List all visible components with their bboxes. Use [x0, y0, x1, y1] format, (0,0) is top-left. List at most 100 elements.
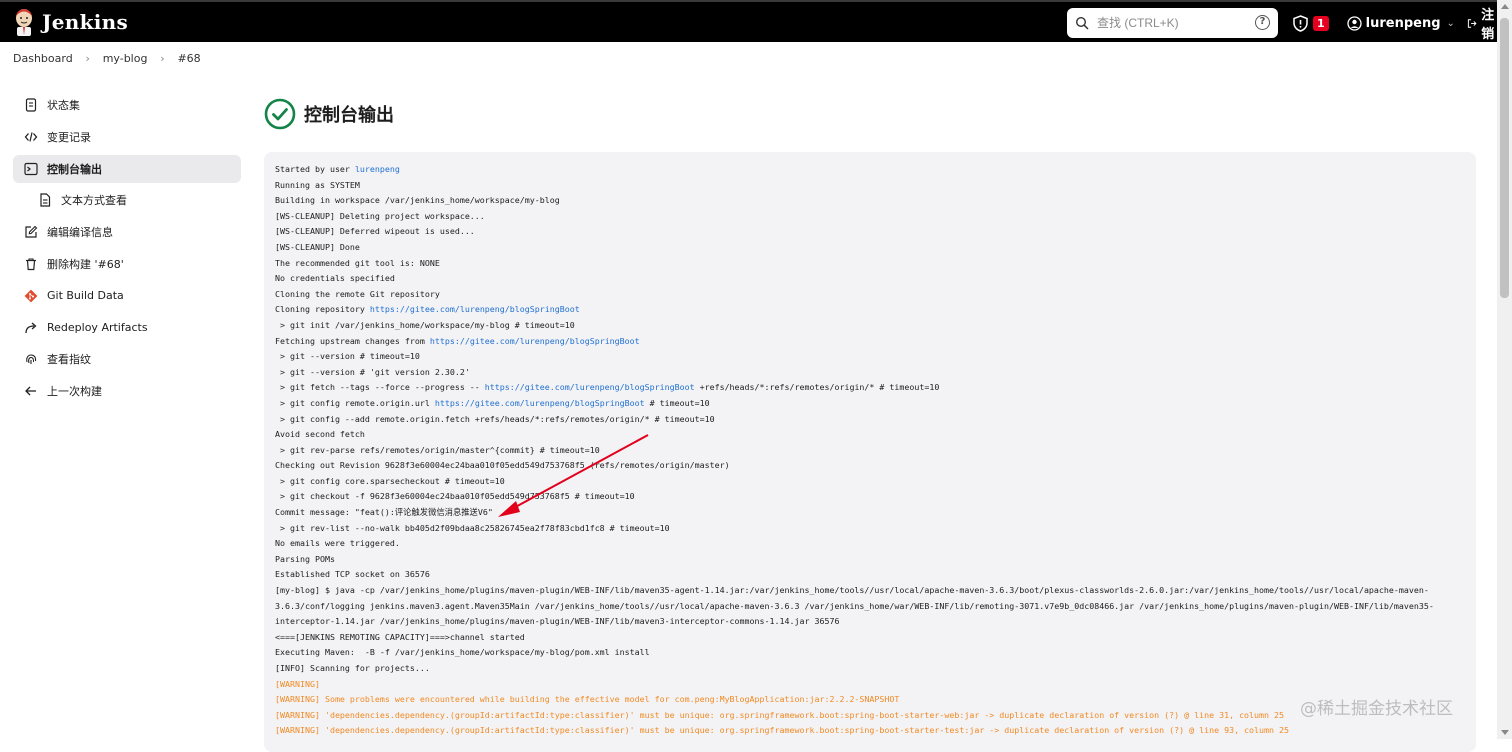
console-line: [WS-CLEANUP] Done: [275, 240, 1465, 256]
sidebar-item-console-output[interactable]: 控制台输出: [13, 154, 241, 183]
chevron-down-icon: ⌄: [1446, 17, 1455, 29]
console-line: interceptor-1.14.jar /var/jenkins_home/p…: [275, 614, 1465, 630]
scroll-up-icon[interactable]: [1501, 4, 1509, 9]
scrollbar-thumb[interactable]: [1500, 18, 1509, 298]
sidebar-item-delete-build[interactable]: 删除构建 '#68': [13, 250, 241, 278]
security-alerts-button[interactable]: 1: [1292, 14, 1329, 32]
sidebar-item-previous-build[interactable]: 上一次构建: [13, 377, 241, 405]
document-icon: [25, 98, 36, 112]
console-text-segment: Fetching upstream changes from: [275, 335, 430, 346]
console-line: Commit message: "feat():评论触发微信消息推送V6": [275, 505, 1465, 521]
console-text-segment: Cloning the remote Git repository: [275, 288, 440, 299]
console-link[interactable]: https://gitee.com/lurenpeng/blogSpringBo…: [485, 382, 695, 392]
trash-icon: [25, 258, 36, 271]
console-link[interactable]: lurenpeng: [355, 164, 400, 174]
console-line: Executing Maven: -B -f /var/jenkins_home…: [275, 645, 1465, 661]
code-icon: [24, 132, 37, 142]
search-input[interactable]: [1097, 16, 1247, 30]
sidebar-item-git-build-data[interactable]: Git Build Data: [13, 282, 241, 310]
console-text-segment: Commit message: "feat():评论触发微信消息推送V6": [275, 507, 493, 518]
console-line: Avoid second fetch: [275, 427, 1465, 443]
console-text-segment: > git config remote.origin.url: [275, 397, 435, 408]
console-line: > git --version # timeout=10: [275, 349, 1465, 365]
console-line: > git checkout -f 9628f3e60004ec24baa010…: [275, 489, 1465, 505]
console-text-segment: Building in workspace /var/jenkins_home/…: [275, 195, 560, 206]
sidebar-item-label: 变更记录: [47, 130, 91, 144]
console-line: Established TCP socket on 36576: [275, 567, 1465, 583]
console-line: [WS-CLEANUP] Deferred wipeout is used...: [275, 224, 1465, 240]
console-text-segment: interceptor-1.14.jar /var/jenkins_home/p…: [275, 616, 840, 627]
console-text-segment: +refs/heads/*:refs/remotes/origin/* # ti…: [694, 382, 940, 393]
console-text-segment: [INFO] Scanning for projects...: [275, 663, 430, 673]
console-line: > git --version # 'git version 2.30.2': [275, 365, 1465, 381]
app-name: Jenkins: [42, 10, 129, 34]
sidebar-item-fingerprints[interactable]: 查看指纹: [13, 345, 241, 373]
fingerprint-icon: [25, 354, 36, 365]
console-text-segment: # timeout=10: [644, 397, 710, 408]
jenkins-logo-icon: [16, 9, 32, 36]
sidebar: 状态集 变更记录 控制台输出 文本方式查看 编辑编译信息 删除构建 '#68' …: [13, 91, 241, 409]
security-count-badge: 1: [1313, 15, 1329, 31]
console-line: No credentials specified: [275, 271, 1465, 287]
console-line: [WS-CLEANUP] Deleting project workspace.…: [275, 209, 1465, 225]
search-box[interactable]: ?: [1067, 8, 1278, 38]
breadcrumb-dashboard[interactable]: Dashboard: [13, 52, 73, 65]
console-line: > git config remote.origin.url https://g…: [275, 396, 1465, 412]
console-line: [INFO] Scanning for projects...: [275, 661, 1465, 677]
console-text-segment: > git init /var/jenkins_home/workspace/m…: [275, 319, 575, 330]
console-line: Checking out Revision 9628f3e60004ec24ba…: [275, 458, 1465, 474]
console-line: [my-blog] $ java -cp /var/jenkins_home/p…: [275, 583, 1465, 599]
console-text-segment: [WARNING] 'dependencies.dependency.(grou…: [275, 725, 1290, 736]
top-header: Jenkins ? 1 lurenpeng ⌄: [0, 0, 1497, 42]
sidebar-item-plain-text[interactable]: 文本方式查看: [13, 186, 241, 214]
console-text: Started by user lurenpeng Running as SYST…: [275, 162, 1465, 739]
sidebar-item-status[interactable]: 状态集: [13, 91, 241, 119]
console-line: Cloning the remote Git repository: [275, 287, 1465, 303]
console-line: No emails were triggered.: [275, 536, 1465, 552]
jenkins-home-link[interactable]: Jenkins: [12, 7, 128, 37]
breadcrumb-job[interactable]: my-blog: [103, 52, 148, 65]
user-menu[interactable]: lurenpeng ⌄: [1347, 16, 1455, 31]
console-output: Started by user lurenpeng Running as SYST…: [264, 152, 1476, 752]
console-text-segment: [WS-CLEANUP] Done: [275, 241, 360, 252]
help-icon[interactable]: ?: [1255, 15, 1270, 30]
logout-button[interactable]: 注销: [1467, 4, 1499, 42]
sidebar-item-edit-build-info[interactable]: 编辑编译信息: [13, 218, 241, 246]
console-text-segment: No emails were triggered.: [275, 538, 400, 549]
console-text-segment: No credentials specified: [275, 273, 395, 284]
console-text-segment: Running as SYSTEM: [275, 179, 360, 190]
console-line: Fetching upstream changes from https://g…: [275, 334, 1465, 350]
console-warning-line: [WARNING] 'dependencies.dependency.(grou…: [275, 708, 1465, 724]
console-link[interactable]: https://gitee.com/lurenpeng/blogSpringBo…: [370, 304, 580, 314]
console-text-segment: [WARNING] Some problems were encountered…: [275, 694, 900, 705]
sidebar-item-label: 编辑编译信息: [47, 226, 113, 240]
console-text-segment: Started by user: [275, 164, 355, 174]
username: lurenpeng: [1365, 15, 1441, 31]
console-warning-line: [WARNING] 'dependencies.dependency.(grou…: [275, 723, 1465, 739]
document-icon: [39, 193, 50, 207]
console-text-segment: Established TCP socket on 36576: [275, 569, 430, 580]
console-line: > git rev-list --no-walk bb405d2f09bdaa8…: [275, 521, 1465, 537]
console-text-segment: > git --version # timeout=10: [275, 351, 420, 362]
console-link[interactable]: https://gitee.com/lurenpeng/blogSpringBo…: [435, 398, 645, 408]
chevron-right-icon: ›: [160, 52, 165, 65]
sidebar-item-label: 文本方式查看: [61, 194, 127, 208]
console-text-segment: [WARNING]: [275, 678, 320, 689]
console-text-segment: [WARNING] 'dependencies.dependency.(grou…: [275, 709, 1285, 720]
breadcrumb-build[interactable]: #68: [177, 52, 200, 65]
sidebar-item-label: 控制台输出: [47, 162, 102, 176]
shield-icon: [1293, 14, 1308, 32]
page-scrollbar[interactable]: [1497, 0, 1512, 739]
sidebar-item-changes[interactable]: 变更记录: [13, 123, 241, 151]
console-text-segment: > git rev-list --no-walk bb405d2f09bdaa8…: [275, 522, 670, 533]
chevron-right-icon: ›: [85, 52, 90, 65]
console-link[interactable]: https://gitee.com/lurenpeng/blogSpringBo…: [430, 336, 640, 346]
scroll-down-icon[interactable]: [1501, 730, 1509, 735]
sidebar-item-redeploy-artifacts[interactable]: Redeploy Artifacts: [13, 314, 241, 342]
console-warning-line: [WARNING]: [275, 677, 1465, 693]
console-line: > git rev-parse refs/remotes/origin/mast…: [275, 443, 1465, 459]
console-line: > git config --add remote.origin.fetch +…: [275, 412, 1465, 428]
page-header: 控制台输出: [264, 98, 394, 130]
sidebar-item-label: 删除构建 '#68': [47, 257, 124, 271]
console-text-segment: > git checkout -f 9628f3e60004ec24baa010…: [275, 491, 635, 502]
